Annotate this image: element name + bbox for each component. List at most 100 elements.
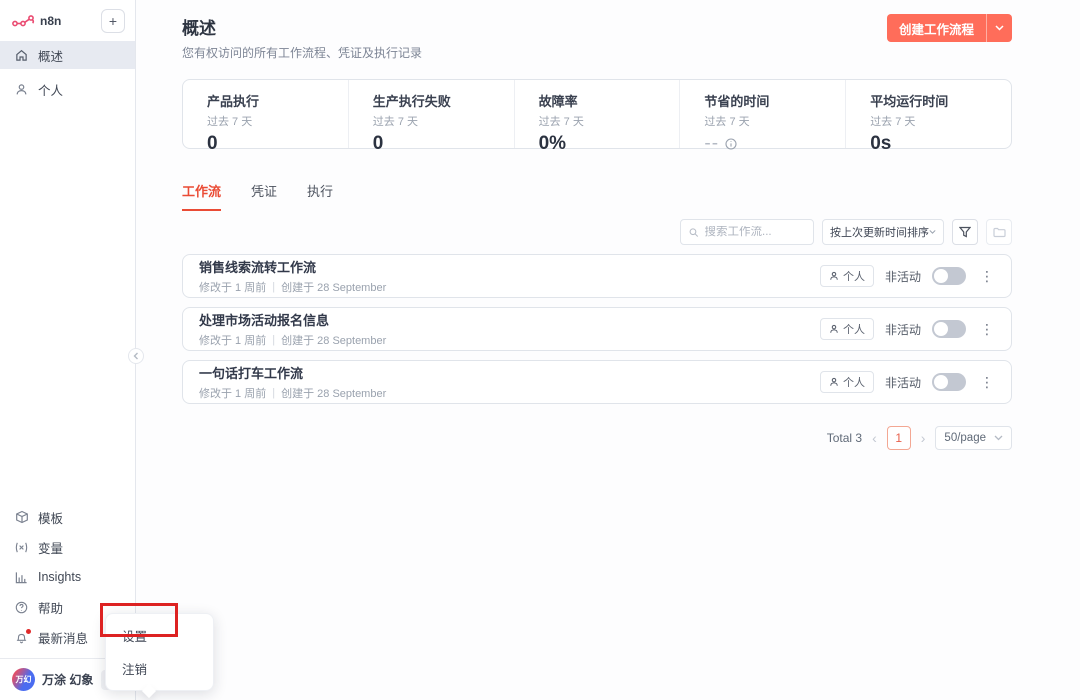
- sidebar-item-variables[interactable]: 变量: [0, 532, 135, 562]
- page-header-text: 概述 您有权访问的所有工作流程、凭证及执行记录: [182, 14, 422, 61]
- sort-select[interactable]: 按上次更新时间排序: [822, 219, 944, 245]
- person-icon: [829, 377, 839, 387]
- workflow-status-label: 非活动: [885, 374, 921, 391]
- person-icon: [829, 271, 839, 281]
- search-input[interactable]: [705, 226, 805, 238]
- add-workflow-button[interactable]: +: [101, 9, 125, 33]
- workflow-row-controls: 个人 非活动 ⋮: [820, 371, 997, 393]
- filter-button[interactable]: [952, 219, 978, 245]
- folder-button[interactable]: [986, 219, 1012, 245]
- workflow-title: 处理市场活动报名信息: [199, 310, 386, 329]
- person-icon: [14, 83, 29, 96]
- sidebar-item-label: 最新消息: [38, 628, 88, 647]
- stat-value: 0%: [539, 133, 680, 155]
- folder-icon: [993, 227, 1006, 238]
- workflow-title: 销售线索流转工作流: [199, 257, 386, 276]
- sidebar-item-templates[interactable]: 模板: [0, 502, 135, 532]
- stat-title: 生产执行失败: [373, 91, 514, 110]
- stats-bar: 产品执行 过去 7 天 0 生产执行失败 过去 7 天 0 故障率 过去 7 天…: [182, 79, 1012, 149]
- stat-failed-executions: 生产执行失败 过去 7 天 0: [348, 80, 514, 148]
- sort-select-value: 按上次更新时间排序: [830, 224, 929, 240]
- row-menu-button[interactable]: ⋮: [977, 374, 997, 391]
- row-menu-button[interactable]: ⋮: [977, 268, 997, 285]
- row-menu-button[interactable]: ⋮: [977, 321, 997, 338]
- owner-badge: 个人: [820, 265, 874, 287]
- active-toggle[interactable]: [932, 320, 966, 338]
- page-size-select[interactable]: 50/page: [935, 426, 1012, 450]
- toggle-knob: [934, 375, 948, 389]
- chevron-down-icon: [994, 435, 1003, 441]
- chevron-down-icon: [929, 229, 936, 235]
- sidebar-item-insights[interactable]: Insights: [0, 562, 135, 592]
- bell-icon: [14, 631, 29, 644]
- workflow-row-controls: 个人 非活动 ⋮: [820, 265, 997, 287]
- tab-workflows[interactable]: 工作流: [182, 181, 221, 211]
- workflow-row-text: 销售线索流转工作流 修改于 1 周前 | 创建于 28 September: [199, 257, 386, 295]
- page-header: 概述 您有权访问的所有工作流程、凭证及执行记录 创建工作流程: [182, 14, 1012, 61]
- search-icon: [689, 227, 699, 238]
- meta-separator: |: [272, 387, 275, 399]
- workflow-row[interactable]: 一句话打车工作流 修改于 1 周前 | 创建于 28 September 个人 …: [182, 360, 1012, 404]
- next-page-button[interactable]: ›: [921, 430, 926, 446]
- page-size-value: 50/page: [944, 432, 986, 444]
- page-number[interactable]: 1: [887, 426, 911, 450]
- workflow-meta: 修改于 1 周前 | 创建于 28 September: [199, 279, 386, 295]
- sidebar-item-label: 变量: [38, 538, 63, 557]
- stat-value: 0: [373, 133, 514, 155]
- sidebar-item-personal[interactable]: 个人: [0, 75, 135, 103]
- user-name: 万涂 幻象: [42, 671, 93, 688]
- workflow-row[interactable]: 处理市场活动报名信息 修改于 1 周前 | 创建于 28 September 个…: [182, 307, 1012, 351]
- stat-time-saved: 节省的时间 过去 7 天 --: [679, 80, 845, 148]
- avatar: 万幻: [12, 668, 35, 691]
- workflow-status-label: 非活动: [885, 321, 921, 338]
- tab-executions[interactable]: 执行: [307, 181, 333, 211]
- bar-chart-icon: [14, 571, 29, 584]
- stat-failure-rate: 故障率 过去 7 天 0%: [514, 80, 680, 148]
- workflow-modified: 修改于 1 周前: [199, 332, 266, 348]
- owner-badge: 个人: [820, 318, 874, 340]
- workflow-created: 创建于 28 September: [281, 385, 386, 401]
- menu-item-sign-out[interactable]: 注销: [106, 652, 213, 685]
- owner-badge: 个人: [820, 371, 874, 393]
- sidebar-item-overview[interactable]: 概述: [0, 41, 135, 69]
- menu-item-settings[interactable]: 设置: [106, 619, 213, 652]
- create-workflow-button[interactable]: 创建工作流程: [887, 14, 986, 42]
- help-icon: [14, 601, 29, 614]
- sidebar-header: n8n +: [0, 0, 135, 41]
- workflow-modified: 修改于 1 周前: [199, 385, 266, 401]
- workflow-created: 创建于 28 September: [281, 279, 386, 295]
- sidebar: n8n + 概述 个人 模板: [0, 0, 136, 700]
- owner-badge-label: 个人: [843, 321, 865, 337]
- active-toggle[interactable]: [932, 373, 966, 391]
- workflow-status-label: 非活动: [885, 268, 921, 285]
- sidebar-item-label: 概述: [38, 46, 63, 65]
- toggle-knob: [934, 322, 948, 336]
- create-workflow-caret[interactable]: [986, 14, 1012, 42]
- stat-prod-executions: 产品执行 过去 7 天 0: [183, 80, 348, 148]
- user-menu-popup: 设置 注销: [105, 613, 214, 691]
- owner-badge-label: 个人: [843, 374, 865, 390]
- meta-separator: |: [272, 281, 275, 293]
- info-icon: [725, 138, 737, 150]
- workflow-row[interactable]: 销售线索流转工作流 修改于 1 周前 | 创建于 28 September 个人…: [182, 254, 1012, 298]
- workflow-created: 创建于 28 September: [281, 332, 386, 348]
- prev-page-button[interactable]: ‹: [872, 430, 877, 446]
- tab-bar: 工作流 凭证 执行: [182, 181, 1012, 211]
- stat-period: 过去 7 天: [373, 113, 514, 129]
- create-workflow-split-button: 创建工作流程: [887, 14, 1012, 42]
- tab-credentials[interactable]: 凭证: [251, 181, 277, 211]
- variable-icon: [14, 541, 29, 554]
- stat-period: 过去 7 天: [870, 113, 1011, 129]
- sidebar-spacer: [0, 109, 135, 502]
- workflow-title: 一句话打车工作流: [199, 363, 386, 382]
- stat-value: 0: [207, 133, 348, 155]
- workflow-row-controls: 个人 非活动 ⋮: [820, 318, 997, 340]
- main-content: 概述 您有权访问的所有工作流程、凭证及执行记录 创建工作流程 产品执行 过去 7…: [136, 0, 1080, 700]
- workflow-meta: 修改于 1 周前 | 创建于 28 September: [199, 385, 386, 401]
- filter-icon: [959, 226, 971, 238]
- owner-badge-label: 个人: [843, 268, 865, 284]
- sidebar-collapse-button[interactable]: [128, 348, 144, 364]
- page-subtitle: 您有权访问的所有工作流程、凭证及执行记录: [182, 44, 422, 61]
- active-toggle[interactable]: [932, 267, 966, 285]
- n8n-logo-text: n8n: [40, 14, 61, 28]
